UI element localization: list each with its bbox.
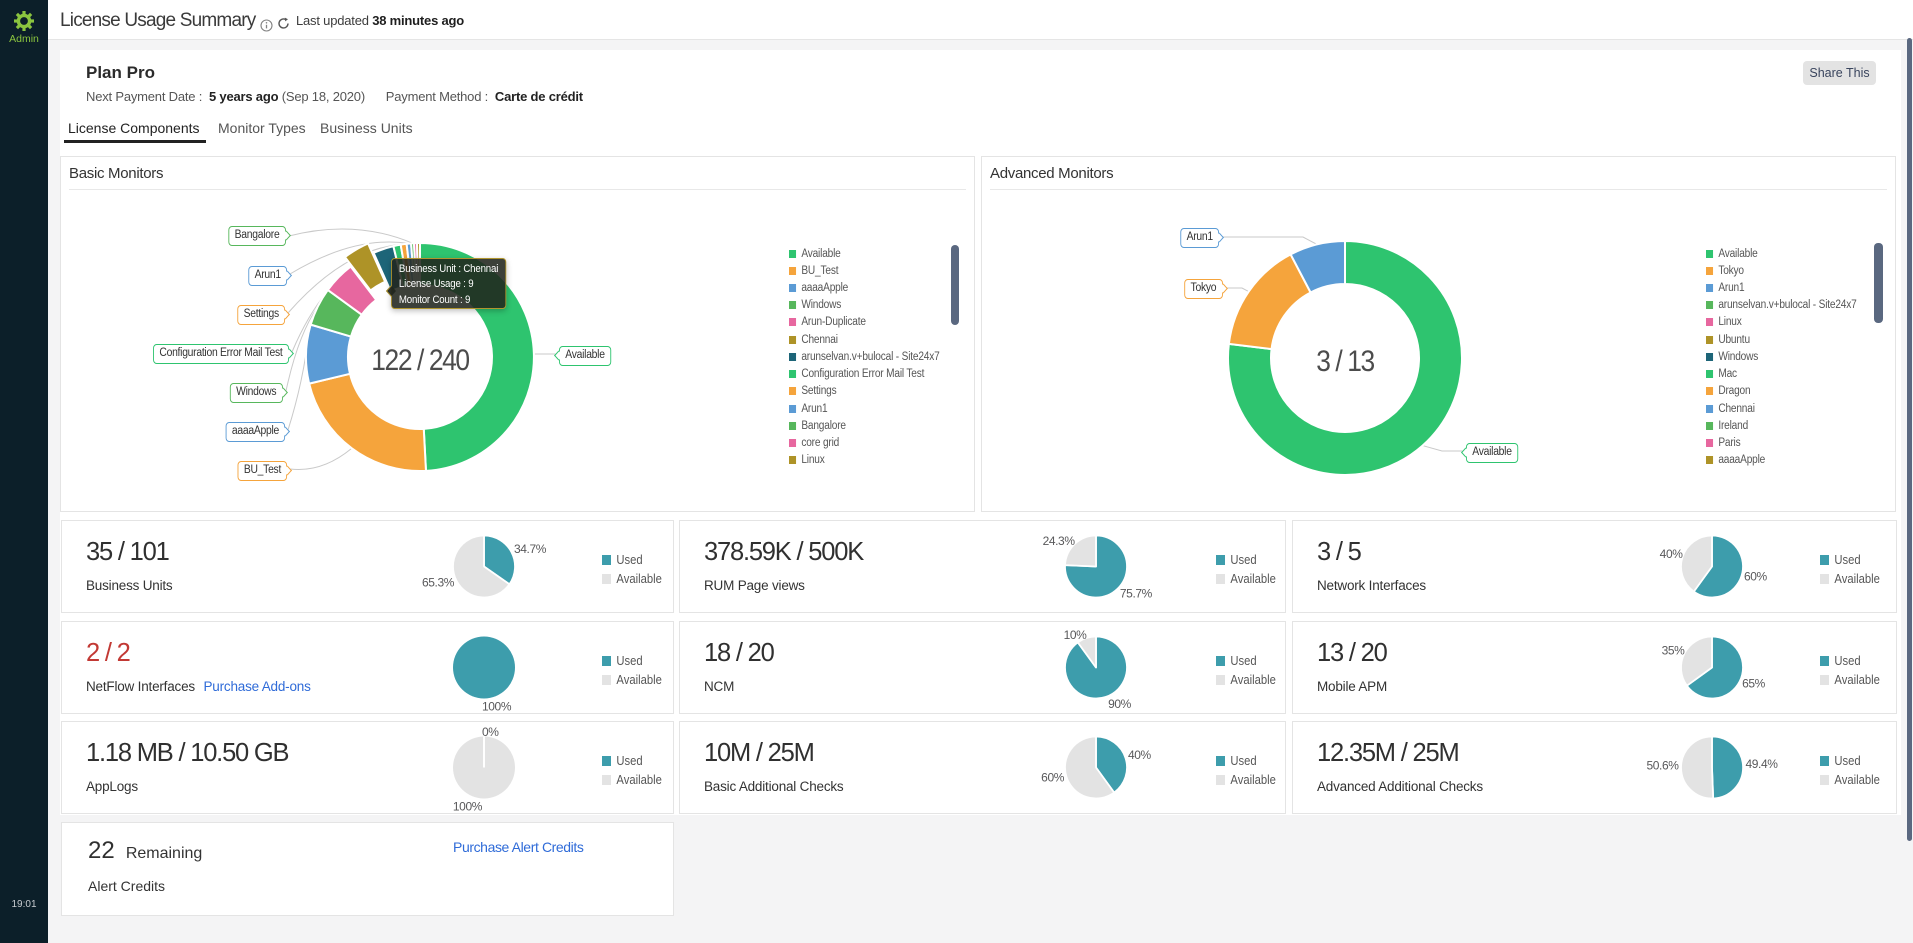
svg-text:50.6%: 50.6% [1646, 758, 1679, 772]
svg-text:100%: 100% [453, 800, 483, 814]
svg-text:65%: 65% [1742, 676, 1766, 690]
svg-text:90%: 90% [1108, 697, 1132, 711]
svg-text:0%: 0% [482, 725, 499, 739]
svg-text:35%: 35% [1662, 643, 1686, 657]
svg-text:75.7%: 75.7% [1120, 587, 1153, 601]
svg-text:40%: 40% [1128, 748, 1152, 762]
svg-text:65.3%: 65.3% [422, 576, 455, 590]
svg-text:10%: 10% [1064, 628, 1088, 642]
svg-text:34.7%: 34.7% [514, 542, 547, 556]
svg-text:49.4%: 49.4% [1746, 757, 1779, 771]
svg-text:40%: 40% [1660, 547, 1684, 561]
svg-text:60%: 60% [1041, 770, 1065, 784]
svg-text:100%: 100% [482, 700, 512, 714]
svg-text:24.3%: 24.3% [1043, 534, 1076, 548]
svg-text:60%: 60% [1744, 569, 1768, 583]
